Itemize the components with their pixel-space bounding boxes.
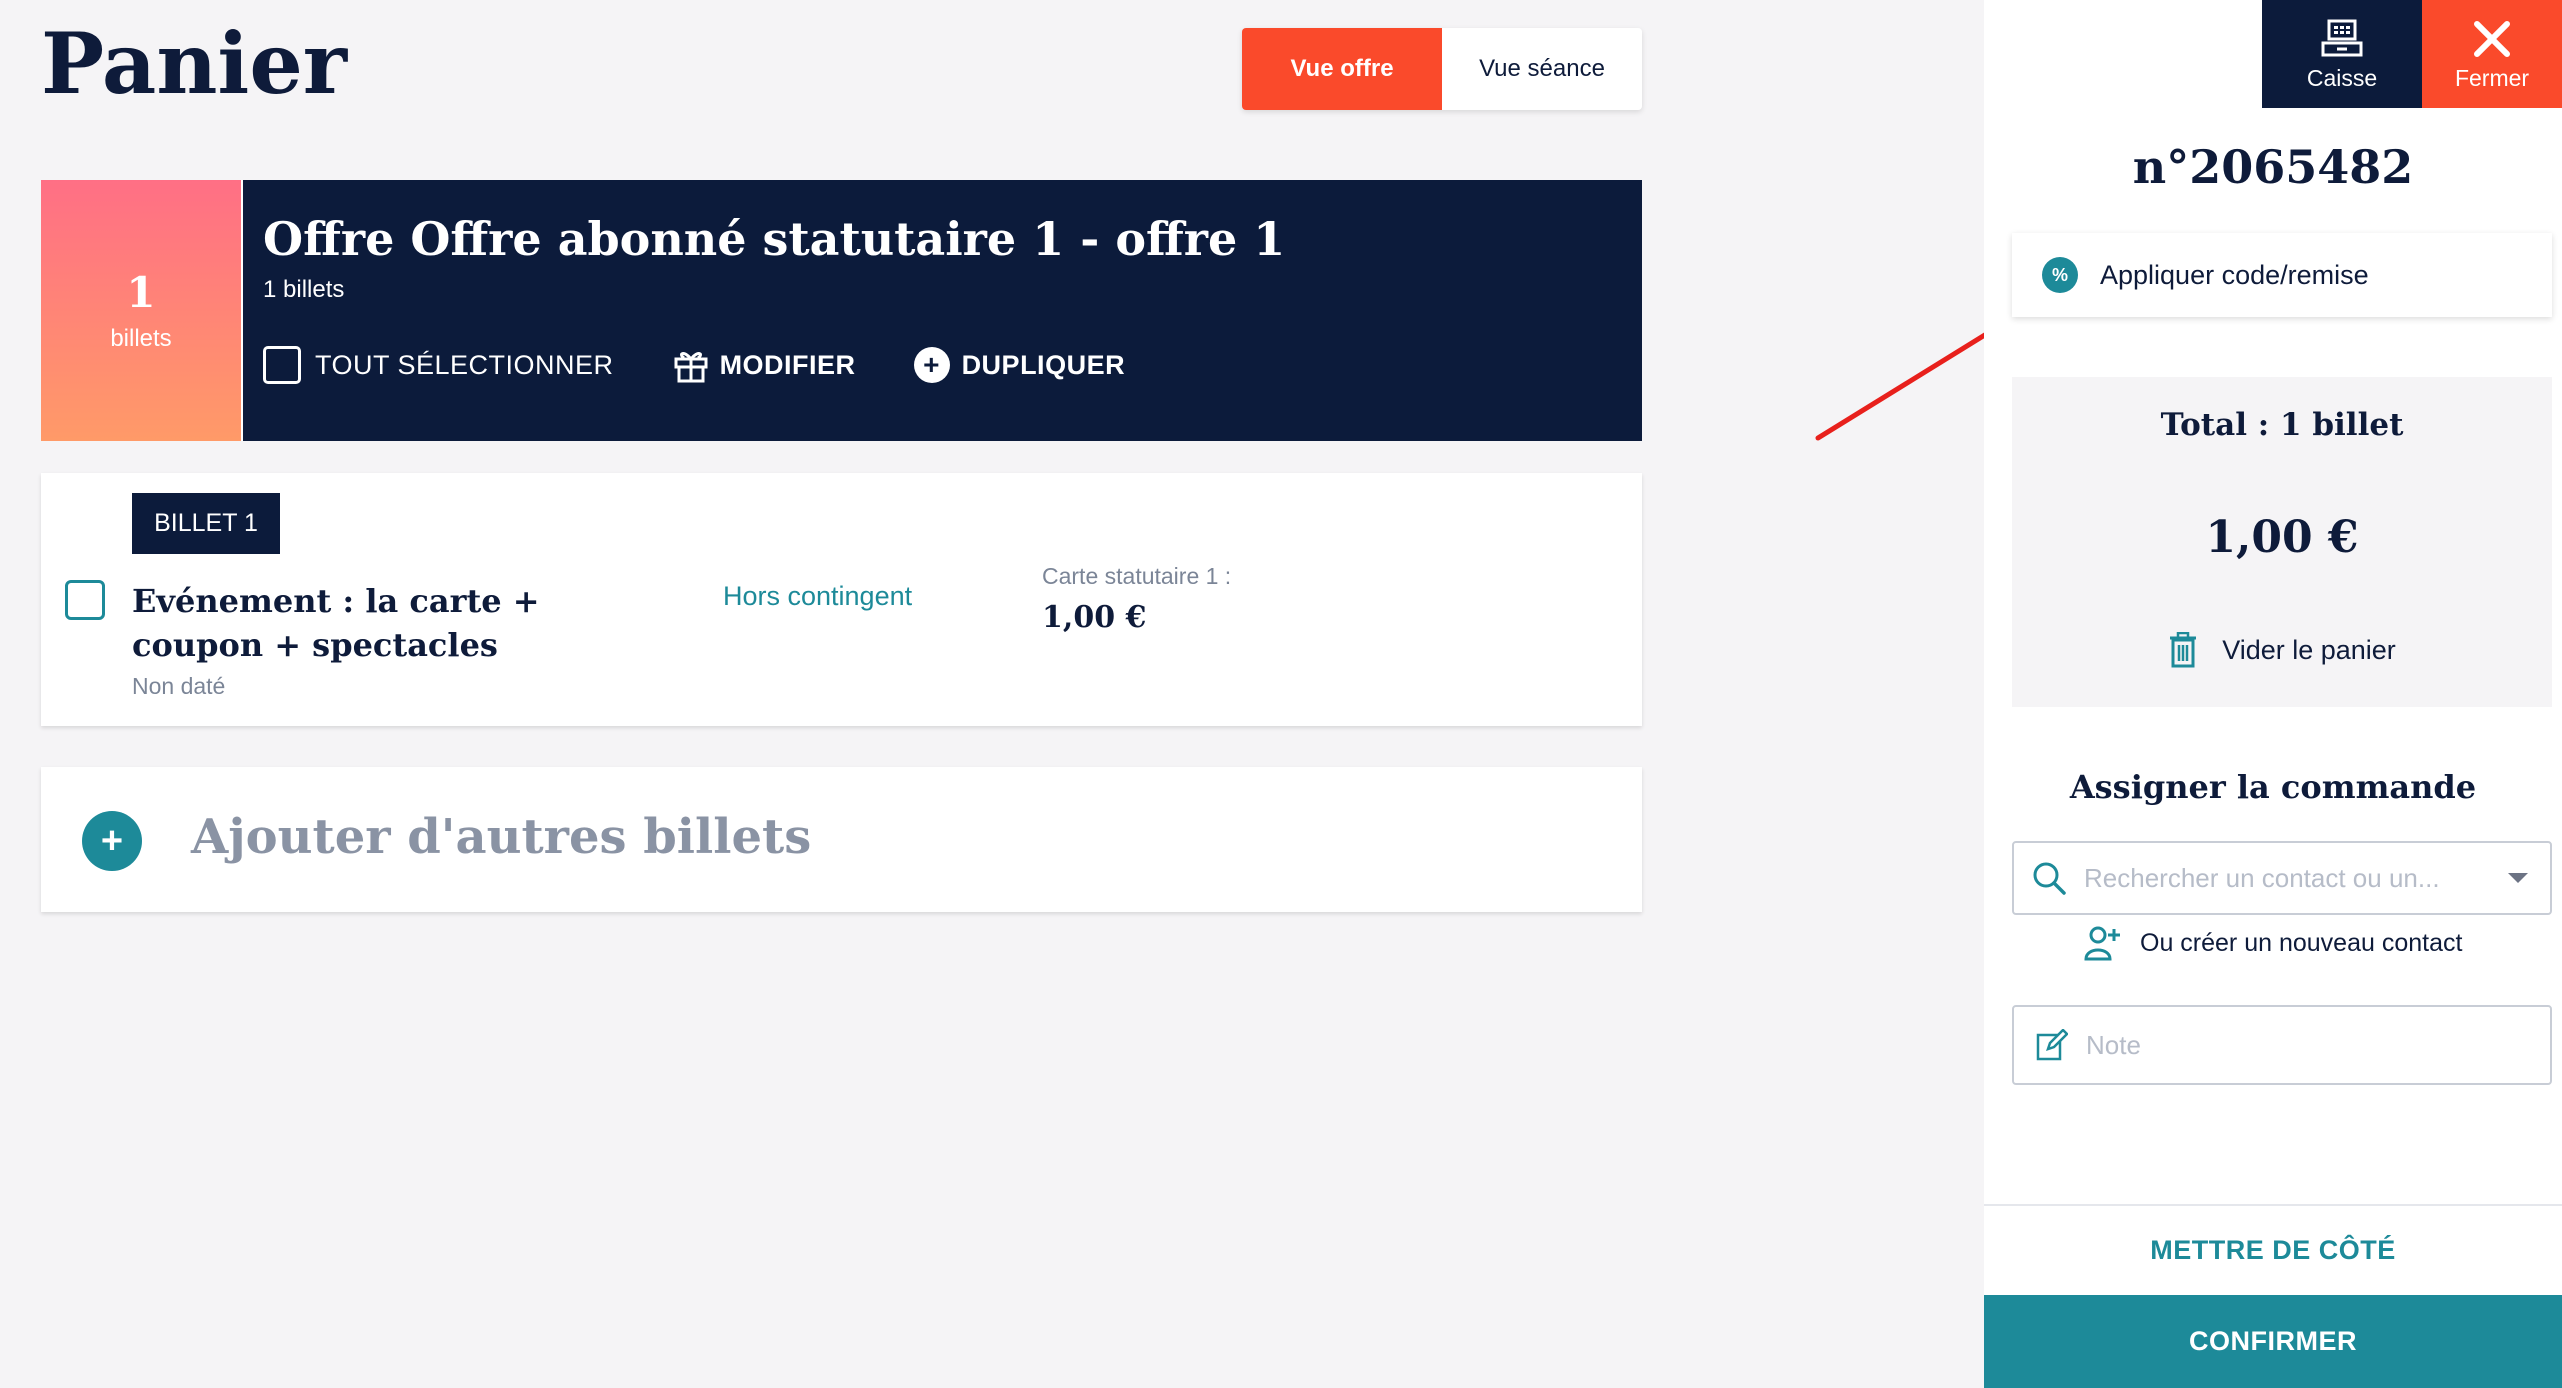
add-tickets-label: Ajouter d'autres billets bbox=[191, 809, 812, 865]
offer-title: Offre Offre abonné statutaire 1 - offre … bbox=[263, 212, 1286, 266]
note-placeholder: Note bbox=[2086, 1029, 2141, 1060]
total-title: Total : 1 billet bbox=[2160, 407, 2404, 443]
edit-icon bbox=[2036, 1029, 2068, 1061]
plus-circle-icon: + bbox=[913, 347, 950, 383]
order-number: n°2065482 bbox=[2132, 140, 2414, 194]
offer-ticket-count: 1 billets bbox=[41, 180, 243, 441]
ticket-price: 1,00 € bbox=[1042, 600, 1147, 635]
checkbox-icon bbox=[263, 346, 301, 384]
plus-circle-icon: + bbox=[82, 811, 142, 871]
modify-label: MODIFIER bbox=[719, 349, 856, 380]
put-aside-button[interactable]: METTRE DE CÔTÉ bbox=[1984, 1206, 2562, 1294]
create-contact-label: Ou créer un nouveau contact bbox=[2140, 928, 2463, 957]
quota-link[interactable]: Hors contingent bbox=[723, 581, 912, 612]
add-tickets-button[interactable]: + Ajouter d'autres billets bbox=[41, 767, 1642, 912]
contact-search-input[interactable]: Rechercher un contact ou un... bbox=[2012, 841, 2552, 915]
apply-code-button[interactable]: % Appliquer code/remise bbox=[2012, 233, 2552, 317]
offer-subtitle: 1 billets bbox=[263, 276, 345, 303]
trash-icon bbox=[2170, 632, 2197, 668]
contact-search-placeholder: Rechercher un contact ou un... bbox=[2084, 862, 2440, 893]
offer-actions: TOUT SÉLECTIONNER MODIFIER + DUPLIQUER bbox=[263, 346, 1183, 384]
offer-banner: 1 billets Offre Offre abonné statutaire … bbox=[41, 180, 1642, 441]
cart-sidebar: Caisse Fermer n°2065482 % Appliquer code… bbox=[1984, 0, 2562, 1388]
search-icon bbox=[2033, 862, 2066, 895]
note-field[interactable]: Note bbox=[2012, 1005, 2552, 1085]
select-all-button[interactable]: TOUT SÉLECTIONNER bbox=[263, 346, 614, 384]
page-title: Panier bbox=[41, 14, 348, 113]
total-amount: 1,00 € bbox=[2205, 512, 2359, 563]
close-icon bbox=[2472, 17, 2512, 61]
modify-button[interactable]: MODIFIER bbox=[672, 346, 856, 384]
tab-vue-offre[interactable]: Vue offre bbox=[1242, 28, 1442, 110]
select-all-label: TOUT SÉLECTIONNER bbox=[315, 349, 614, 380]
gift-icon bbox=[674, 352, 708, 383]
tab-vue-seance[interactable]: Vue séance bbox=[1442, 28, 1642, 110]
ticket-checkbox[interactable] bbox=[65, 580, 105, 620]
ticket-badge: BILLET 1 bbox=[132, 493, 280, 554]
cash-register-icon bbox=[2319, 17, 2365, 61]
price-label: Carte statutaire 1 : bbox=[1042, 563, 1232, 589]
empty-cart-label: Vider le panier bbox=[2222, 634, 2396, 665]
apply-code-label: Appliquer code/remise bbox=[2100, 259, 2369, 290]
caisse-label: Caisse bbox=[2306, 64, 2378, 91]
add-user-icon bbox=[2084, 926, 2120, 961]
duplicate-button[interactable]: + DUPLIQUER bbox=[913, 347, 1126, 383]
event-name: Evénement : la carte + coupon + spectacl… bbox=[132, 582, 540, 664]
ticket-card: BILLET 1 Evénement : la carte + coupon +… bbox=[41, 473, 1642, 726]
assign-order-title: Assigner la commande bbox=[2069, 768, 2477, 806]
create-contact-link[interactable]: Ou créer un nouveau contact bbox=[2084, 925, 2462, 961]
chevron-down-icon[interactable] bbox=[2508, 873, 2528, 883]
confirm-button[interactable]: CONFIRMER bbox=[1984, 1295, 2562, 1388]
empty-cart-button[interactable]: Vider le panier bbox=[2012, 632, 2552, 668]
total-box: Total : 1 billet 1,00 € Vider le panier bbox=[2012, 377, 2552, 707]
event-date: Non daté bbox=[132, 673, 226, 699]
view-toggle: Vue offre Vue séance bbox=[1242, 28, 1642, 110]
close-button[interactable]: Fermer bbox=[2422, 0, 2562, 108]
offer-count-number: 1 bbox=[126, 268, 156, 317]
offer-count-label: billets bbox=[110, 325, 172, 352]
percent-icon: % bbox=[2042, 257, 2078, 293]
close-label: Fermer bbox=[2454, 64, 2530, 91]
caisse-button[interactable]: Caisse bbox=[2262, 0, 2422, 108]
duplicate-label: DUPLIQUER bbox=[961, 349, 1126, 380]
offer-body: Offre Offre abonné statutaire 1 - offre … bbox=[243, 180, 1642, 441]
